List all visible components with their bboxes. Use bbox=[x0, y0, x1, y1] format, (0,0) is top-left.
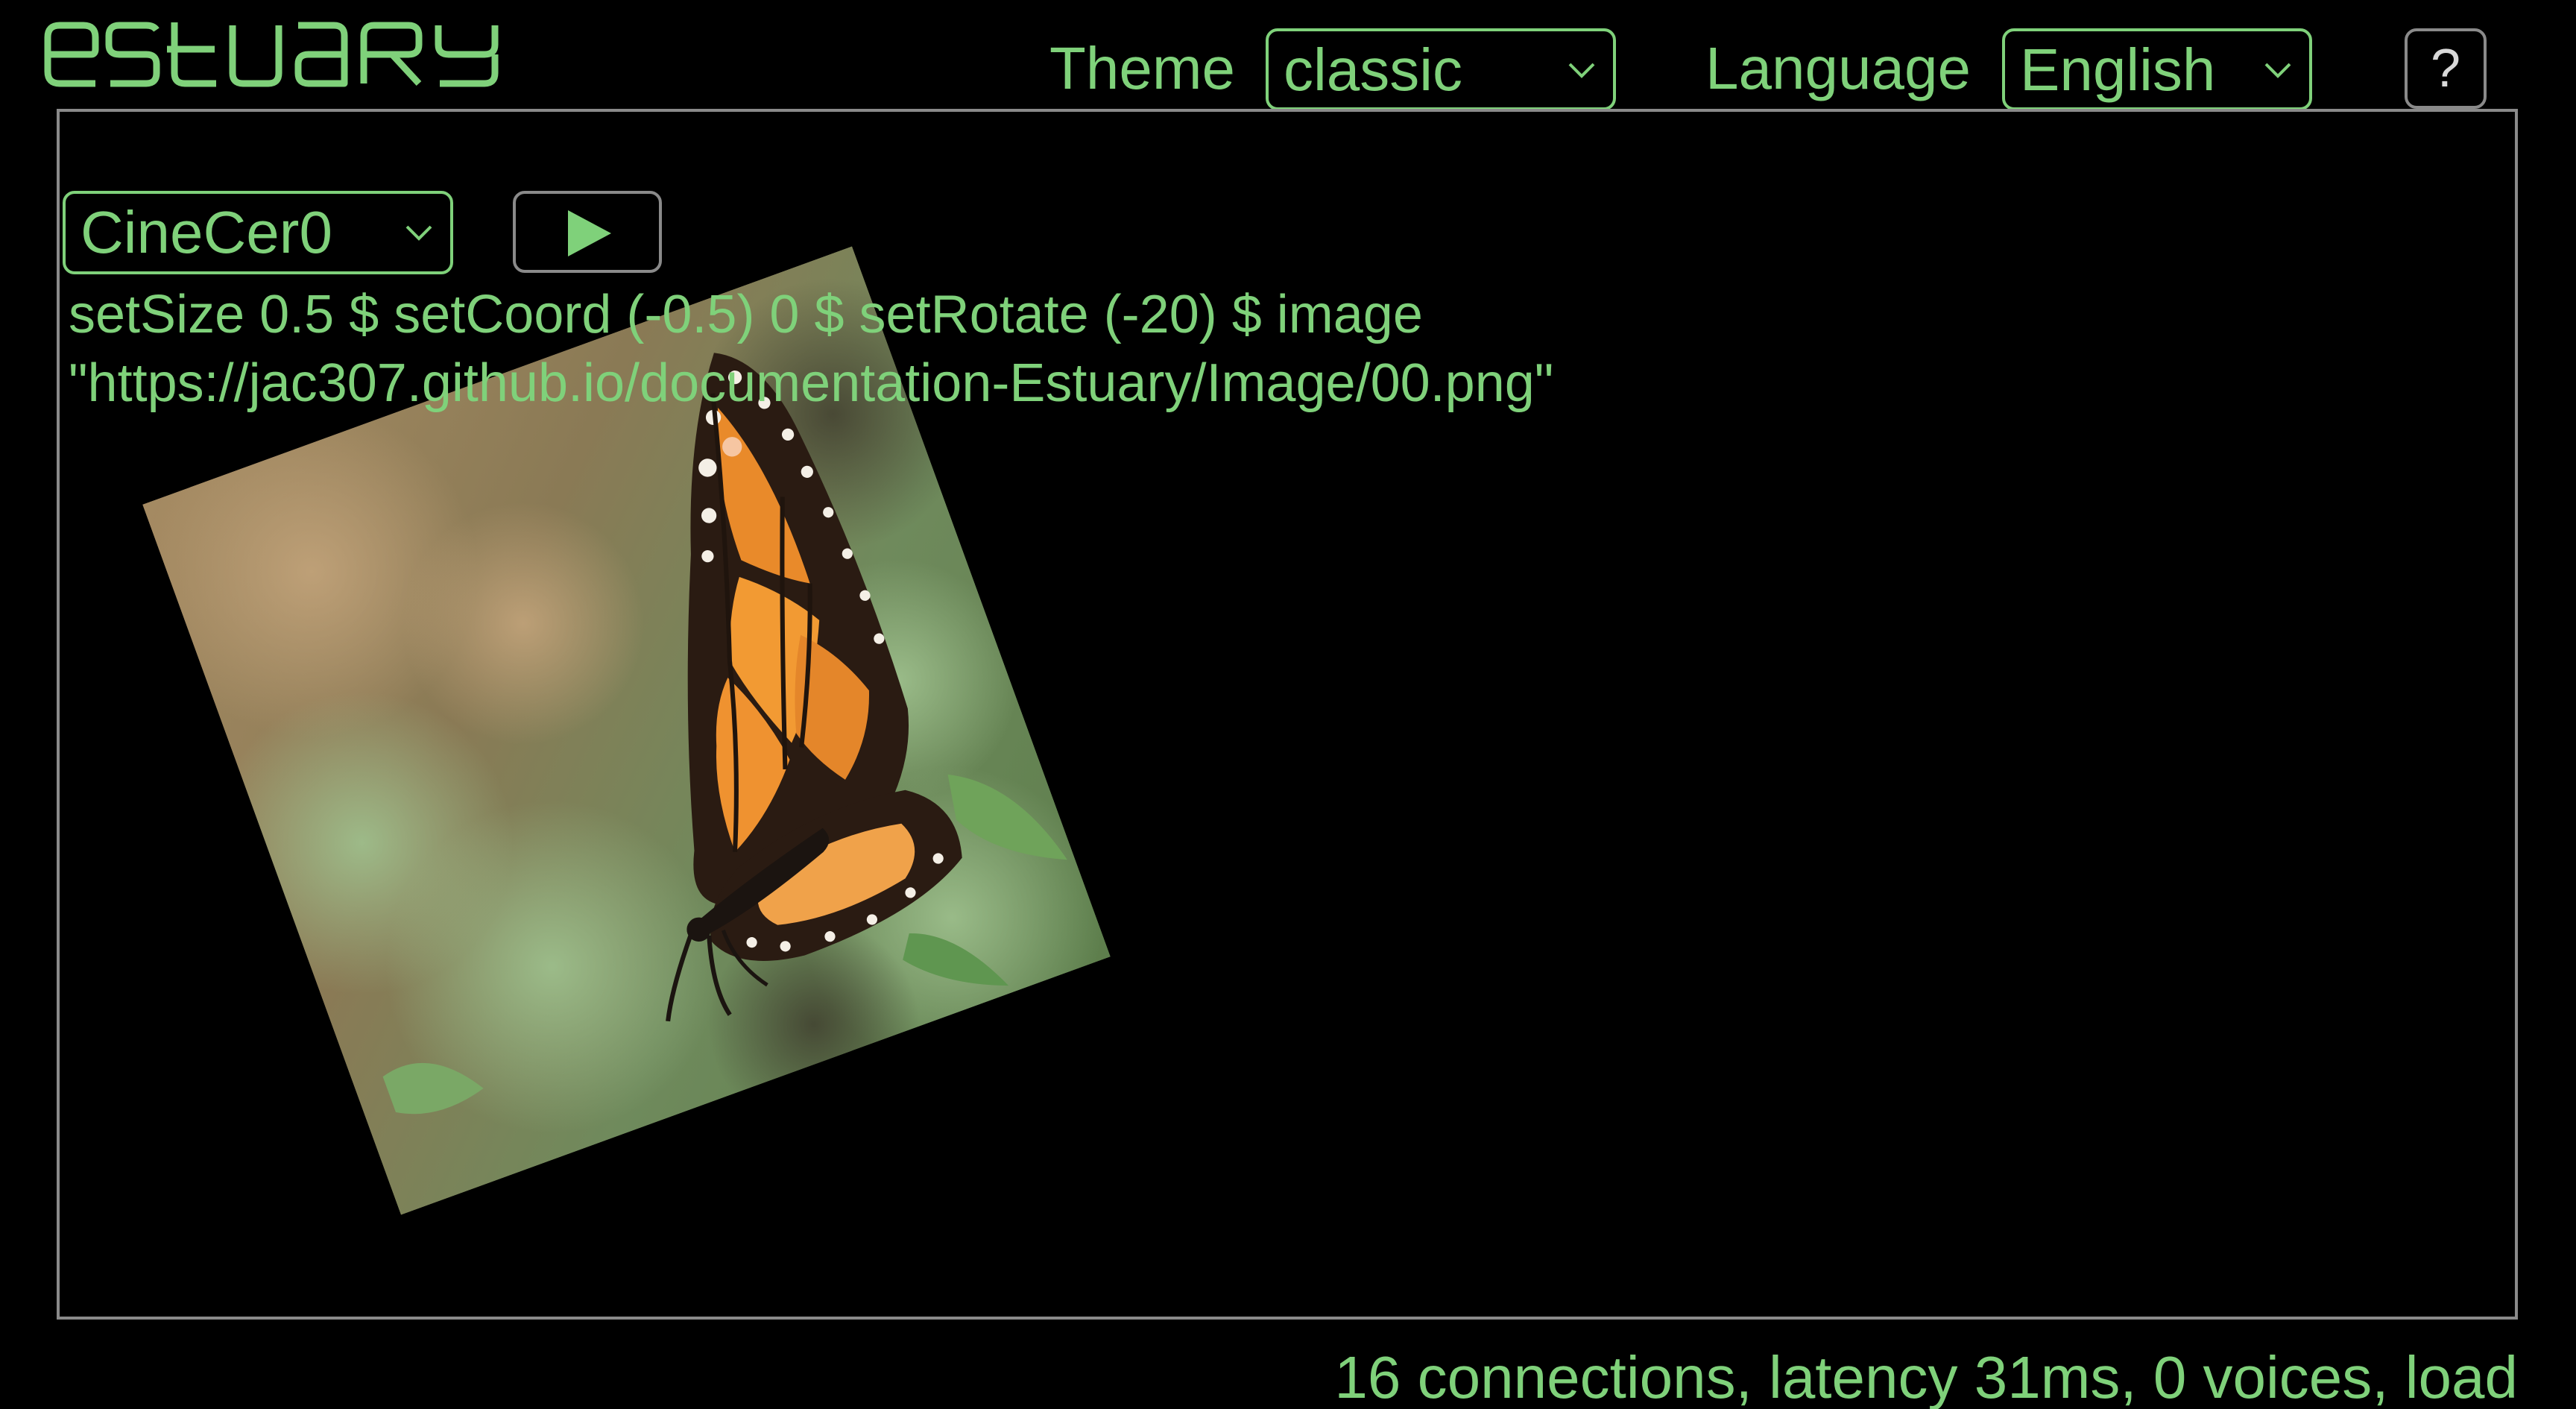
chevron-down-icon bbox=[2264, 63, 2291, 78]
renderer-select[interactable]: CineCer0 bbox=[63, 191, 453, 274]
help-button[interactable]: ? bbox=[2405, 28, 2487, 109]
visual-canvas-panel: CineCer0 setSize 0.5 $ setCoord (-0.5) 0… bbox=[57, 109, 2518, 1320]
language-label: Language bbox=[1705, 35, 1971, 101]
estuary-logo bbox=[43, 19, 535, 89]
language-select-value: English bbox=[2020, 37, 2216, 103]
play-icon bbox=[568, 210, 611, 256]
theme-select[interactable]: classic bbox=[1266, 28, 1616, 110]
code-editor[interactable]: setSize 0.5 $ setCoord (-0.5) 0 $ setRot… bbox=[69, 280, 2156, 417]
theme-label: Theme bbox=[1049, 35, 1235, 101]
estuary-logo-graphic bbox=[44, 22, 499, 87]
renderer-select-value: CineCer0 bbox=[80, 199, 332, 265]
chevron-down-icon bbox=[1568, 63, 1595, 78]
chevron-down-icon bbox=[405, 225, 432, 241]
language-select[interactable]: English bbox=[2002, 28, 2312, 110]
status-bar: 16 connections, latency 31ms, 0 voices, … bbox=[1334, 1344, 2518, 1409]
estuary-app: Theme classic Language English ? CineCer… bbox=[0, 0, 2576, 1409]
play-button[interactable] bbox=[513, 191, 662, 273]
theme-select-value: classic bbox=[1284, 37, 1463, 103]
